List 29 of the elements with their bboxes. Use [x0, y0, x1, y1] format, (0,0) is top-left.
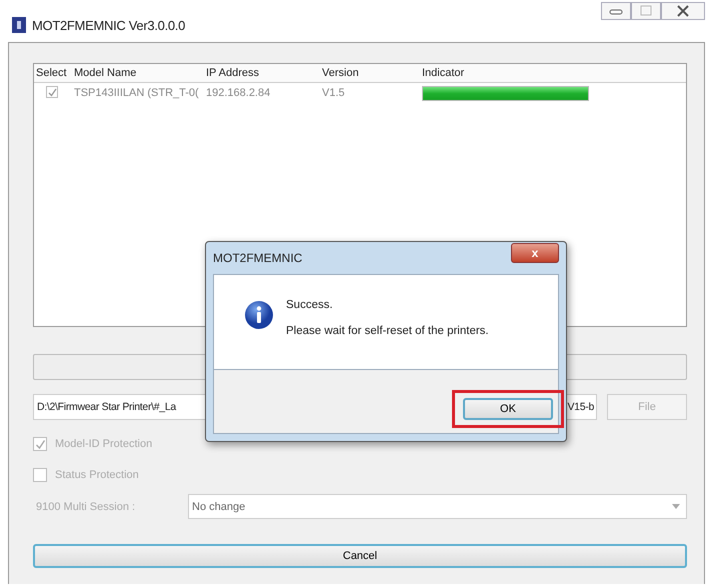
app-icon — [12, 17, 26, 33]
checkbox[interactable] — [33, 468, 47, 482]
close-icon[interactable] — [661, 2, 705, 20]
dialog-message: Please wait for self-reset of the printers. — [286, 325, 489, 337]
path-text: V15-b — [567, 401, 594, 413]
column-header[interactable]: IP Address — [206, 67, 302, 79]
checkbox[interactable] — [33, 437, 47, 451]
column-header[interactable]: Select — [34, 67, 70, 79]
table-cell-text: 192.168.2.84 — [206, 87, 272, 99]
checkbox-label: Status Protection — [55, 469, 139, 481]
info-icon — [244, 300, 274, 330]
window-title: MOT2FMEMNIC Ver3.0.0.0 — [32, 18, 186, 32]
dialog-message: Success. — [286, 299, 334, 311]
row-checkbox[interactable] — [46, 86, 58, 98]
minimize-icon[interactable] — [601, 2, 631, 20]
path-text: D:\2\Firmwear Star Printer\#_La — [37, 401, 176, 413]
table-cell-text: TSP143IIILAN (STR_T-0( — [73, 87, 200, 99]
session-label: 9100 Multi Session : — [35, 500, 136, 512]
dropdown-arrow-icon[interactable] — [672, 504, 680, 509]
checkbox-label: Model-ID Protection — [55, 438, 152, 450]
close-button[interactable]: x — [511, 243, 559, 263]
session-dropdown[interactable]: No change — [188, 494, 687, 519]
column-header[interactable]: Model Name — [70, 67, 206, 79]
table-cell-text: V1.5 — [321, 87, 346, 99]
column-header[interactable]: Indicator — [422, 67, 686, 79]
dialog-title: MOT2FMEMNIC — [213, 251, 302, 265]
ok-button[interactable]: OK — [463, 398, 553, 420]
cancel-button[interactable]: Cancel — [33, 544, 687, 568]
column-header[interactable]: Version — [302, 67, 422, 79]
